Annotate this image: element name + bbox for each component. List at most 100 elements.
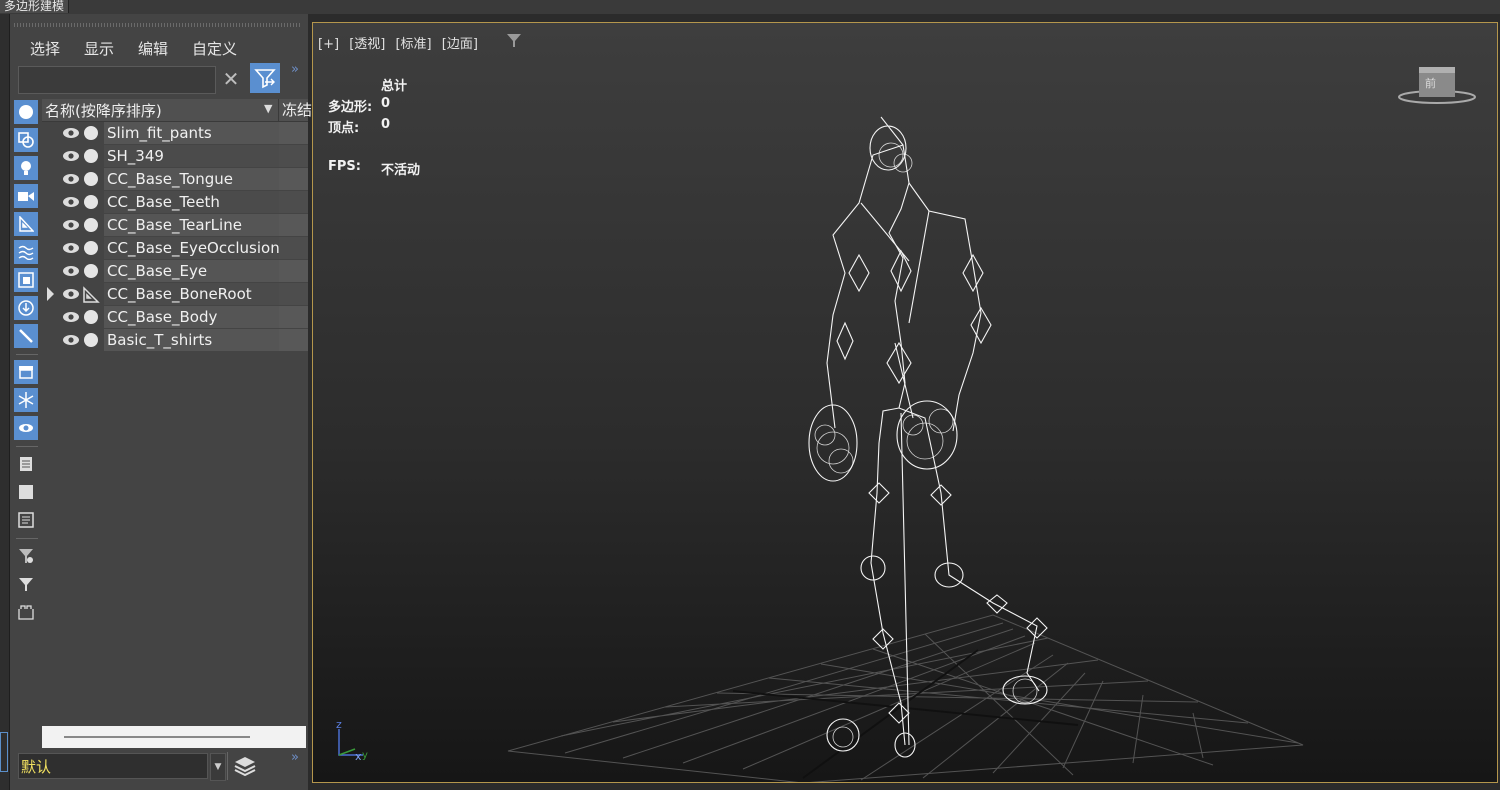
polygons-label: 多边形:: [328, 100, 373, 115]
edge-selection-marker: [0, 732, 8, 772]
containers-icon[interactable]: [14, 360, 38, 384]
helpers-icon[interactable]: [14, 212, 38, 236]
menu-display[interactable]: 显示: [84, 38, 114, 59]
space-warps-icon[interactable]: [14, 240, 38, 264]
viewport-point-of-view-menu[interactable]: [透视]: [349, 37, 385, 52]
frozen-cell[interactable]: [279, 145, 308, 167]
geometry-icon: [84, 310, 98, 324]
search-input[interactable]: [18, 66, 216, 94]
container-outline-icon[interactable]: [14, 600, 38, 624]
list-item[interactable]: Slim_fit_pants: [42, 122, 308, 145]
object-name: CC_Base_Body: [104, 306, 279, 328]
list-item[interactable]: SH_349: [42, 145, 308, 168]
visibility-eye-icon[interactable]: [62, 310, 80, 324]
clear-search-icon[interactable]: ✕: [221, 66, 241, 92]
object-name: CC_Base_TearLine: [104, 214, 279, 236]
geometry-icon[interactable]: [14, 100, 38, 124]
horizontal-scrollbar[interactable]: [42, 726, 306, 748]
list-item[interactable]: CC_Base_Body: [42, 306, 308, 329]
geometry-icon: [84, 241, 98, 255]
viewcube-icon[interactable]: 前: [1397, 65, 1477, 109]
frozen-column-header[interactable]: 冻结: [278, 99, 312, 121]
visibility-eye-icon[interactable]: [62, 149, 80, 163]
page-icon[interactable]: [14, 452, 38, 476]
bones-icon[interactable]: [14, 324, 38, 348]
perspective-viewport[interactable]: [+] [透视] [标准] [边面] 总计 多边形: 0 顶点: 0 FPS: …: [312, 22, 1498, 783]
fps-label: FPS:: [328, 159, 361, 174]
geometry-icon: [84, 149, 98, 163]
list-item[interactable]: CC_Base_Eye: [42, 260, 308, 283]
panel-drag-grip[interactable]: [14, 23, 302, 27]
geometry-icon: [84, 195, 98, 209]
geometry-icon: [84, 264, 98, 278]
visibility-eye-icon[interactable]: [62, 287, 80, 301]
name-column-header[interactable]: 名称(按降序排序): [45, 100, 162, 121]
frozen-cell[interactable]: [279, 329, 308, 351]
page-lines-icon[interactable]: [14, 508, 38, 532]
visibility-eye-icon[interactable]: [62, 333, 80, 347]
geometry-icon: [84, 126, 98, 140]
list-item[interactable]: Basic_T_shirts: [42, 329, 308, 352]
frozen-cell[interactable]: [279, 306, 308, 328]
viewport-general-menu[interactable]: [+]: [318, 37, 339, 52]
filter-icon[interactable]: [14, 572, 38, 596]
geometry-icon: [84, 218, 98, 232]
menu-edit[interactable]: 编辑: [138, 38, 168, 59]
list-item[interactable]: CC_Base_BoneRoot: [42, 283, 308, 306]
filter-toggle-button[interactable]: [250, 63, 280, 93]
list-item[interactable]: CC_Base_Tongue: [42, 168, 308, 191]
ribbon-tab-poly-modeling[interactable]: 多边形建模: [0, 0, 70, 13]
xrefs-icon[interactable]: [14, 296, 38, 320]
shapes-icon[interactable]: [14, 128, 38, 152]
expand-arrow-icon[interactable]: [47, 287, 54, 301]
viewport-scene: [507, 116, 1304, 782]
object-name: Basic_T_shirts: [104, 329, 279, 351]
frozen-icon[interactable]: [14, 388, 38, 412]
scrollbar-thumb[interactable]: [64, 736, 250, 738]
visibility-eye-icon[interactable]: [62, 172, 80, 186]
visibility-eye-icon[interactable]: [62, 241, 80, 255]
home-grid: [507, 614, 1304, 782]
filter-gear-icon[interactable]: [14, 544, 38, 568]
axis-tripod-icon: z x y: [336, 719, 368, 763]
vertices-value: 0: [381, 117, 391, 132]
scene-object-list: Slim_fit_pants SH_349 CC_Base_Tongue CC_…: [42, 122, 308, 724]
visibility-eye-icon[interactable]: [62, 195, 80, 209]
sort-descending-icon: ▼: [264, 102, 273, 115]
hidden-icon[interactable]: [14, 416, 38, 440]
menu-select[interactable]: 选择: [30, 38, 60, 59]
expand-chevron-icon[interactable]: »: [291, 750, 299, 765]
vertices-label: 顶点:: [328, 121, 360, 136]
list-item[interactable]: CC_Base_Teeth: [42, 191, 308, 214]
layers-icon[interactable]: [232, 754, 258, 780]
cameras-icon[interactable]: [14, 184, 38, 208]
viewport-display-menu[interactable]: [边面]: [442, 37, 478, 52]
lights-icon[interactable]: [14, 156, 38, 180]
list-item[interactable]: CC_Base_EyeOcclusion: [42, 237, 308, 260]
frozen-cell[interactable]: [279, 122, 308, 144]
filter-funnel-icon: [254, 69, 276, 89]
fps-value: 不活动: [381, 163, 421, 178]
frozen-cell[interactable]: [279, 237, 308, 259]
viewport-shading-menu[interactable]: [标准]: [395, 37, 431, 52]
object-name: CC_Base_BoneRoot: [104, 283, 279, 305]
layer-dropdown[interactable]: 默认: [18, 753, 208, 779]
chevron-down-icon[interactable]: ▼: [210, 753, 226, 781]
frozen-cell[interactable]: [279, 168, 308, 190]
object-name: CC_Base_EyeOcclusion: [104, 237, 279, 259]
groups-icon[interactable]: [14, 268, 38, 292]
square-icon[interactable]: [14, 480, 38, 504]
menu-customize[interactable]: 自定义: [192, 38, 237, 59]
frozen-cell[interactable]: [279, 260, 308, 282]
visibility-eye-icon[interactable]: [62, 264, 80, 278]
object-name: CC_Base_Teeth: [104, 191, 279, 213]
frozen-cell[interactable]: [279, 283, 308, 305]
frozen-cell[interactable]: [279, 191, 308, 213]
visibility-eye-icon[interactable]: [62, 218, 80, 232]
viewport-label-menu: [+] [透视] [标准] [边面]: [318, 33, 484, 52]
expand-chevron-icon[interactable]: »: [291, 62, 299, 77]
viewport-filter-icon[interactable]: [506, 33, 522, 48]
list-item[interactable]: CC_Base_TearLine: [42, 214, 308, 237]
frozen-cell[interactable]: [279, 214, 308, 236]
visibility-eye-icon[interactable]: [62, 126, 80, 140]
